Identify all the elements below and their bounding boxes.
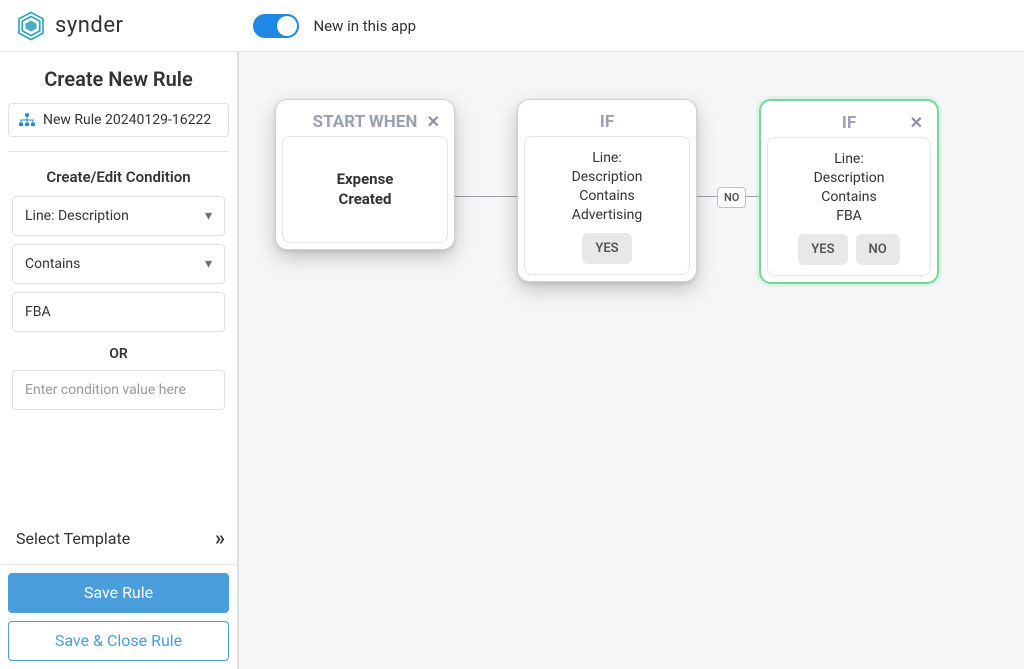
- condition-field-select[interactable]: Line: Description ▾: [12, 196, 225, 236]
- node-if-1[interactable]: IF Line: Description Contains Advertisin…: [517, 99, 697, 282]
- condition-section-title: Create/Edit Condition: [0, 164, 237, 196]
- chevron-right-double-icon: »: [215, 526, 221, 550]
- panel-title: Create New Rule: [0, 52, 237, 103]
- cond-line: Description: [774, 169, 924, 188]
- brand-icon: [15, 10, 47, 42]
- new-in-app-toggle[interactable]: [253, 14, 299, 38]
- new-in-app-toggle-wrap: New in this app: [253, 14, 416, 38]
- rule-name-text: New Rule 20240129-16222: [43, 112, 211, 128]
- brand-text: synder: [55, 13, 123, 38]
- node-head-label: IF: [842, 113, 856, 133]
- node-if-2[interactable]: IF ✕ Line: Description Contains FBA YES …: [759, 99, 939, 284]
- condition-alt-value-input[interactable]: Enter condition value here: [12, 370, 225, 410]
- no-chip[interactable]: NO: [856, 234, 900, 266]
- cond-line: Description: [531, 168, 683, 187]
- caret-down-icon: ▾: [205, 208, 212, 224]
- close-icon[interactable]: ✕: [910, 115, 923, 131]
- connector: [455, 196, 517, 197]
- cond-value: Advertising: [531, 206, 683, 225]
- or-label: OR: [0, 340, 237, 370]
- node-head: START WHEN ✕: [282, 106, 448, 136]
- rule-editor-sidebar: Create New Rule New Rule 20240129-16222 …: [0, 52, 239, 669]
- yes-chip[interactable]: YES: [582, 233, 631, 265]
- node-start-when[interactable]: START WHEN ✕ ExpenseCreated: [275, 99, 455, 250]
- node-body: Line: Description Contains FBA YES NO: [767, 137, 931, 276]
- brand-logo: synder: [15, 10, 123, 42]
- condition-operator-value: Contains: [25, 256, 80, 272]
- condition-value-text: FBA: [25, 304, 51, 320]
- app-header: synder New in this app: [0, 0, 1024, 52]
- cond-line: Contains: [774, 188, 924, 207]
- close-icon[interactable]: ✕: [427, 114, 440, 130]
- yes-chip[interactable]: YES: [798, 234, 847, 266]
- rule-name-field[interactable]: New Rule 20240129-16222: [8, 103, 229, 137]
- cond-line: Contains: [531, 187, 683, 206]
- save-close-rule-button[interactable]: Save & Close Rule: [8, 621, 229, 661]
- edge-no-badge: NO: [717, 187, 746, 208]
- select-template-row[interactable]: Select Template »: [0, 512, 237, 564]
- sitemap-icon: [19, 113, 35, 127]
- node-head-label: START WHEN: [313, 112, 418, 132]
- rule-flow-canvas[interactable]: NO START WHEN ✕ ExpenseCreated IF Line: …: [239, 52, 1024, 669]
- sidebar-buttons: Save Rule Save & Close Rule: [0, 564, 237, 669]
- node-head-label: IF: [600, 112, 614, 132]
- condition-alt-placeholder: Enter condition value here: [25, 382, 186, 398]
- save-rule-button[interactable]: Save Rule: [8, 573, 229, 613]
- cond-line: Line:: [774, 150, 924, 169]
- divider: [8, 151, 229, 152]
- new-in-app-label: New in this app: [313, 17, 416, 35]
- condition-operator-select[interactable]: Contains ▾: [12, 244, 225, 284]
- start-trigger-label: ExpenseCreated: [289, 169, 441, 210]
- node-head: IF: [524, 106, 690, 136]
- caret-down-icon: ▾: [205, 256, 212, 272]
- condition-field-value: Line: Description: [25, 208, 129, 224]
- node-body: ExpenseCreated: [282, 136, 448, 243]
- cond-line: Line:: [531, 149, 683, 168]
- node-head: IF ✕: [767, 107, 931, 137]
- select-template-label: Select Template: [16, 529, 130, 548]
- condition-value-input[interactable]: FBA: [12, 292, 225, 332]
- node-body: Line: Description Contains Advertising Y…: [524, 136, 690, 275]
- cond-value: FBA: [774, 207, 924, 226]
